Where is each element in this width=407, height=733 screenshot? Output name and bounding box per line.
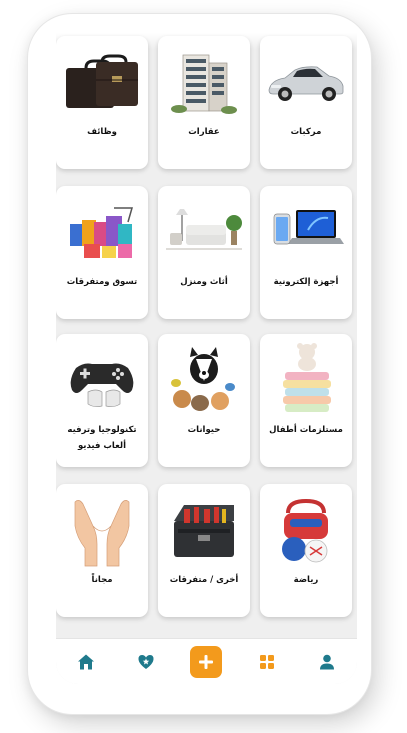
categories-nav-button[interactable] [252,647,282,677]
category-label: عقارات [188,127,220,137]
category-card-shopping[interactable]: تسوق ومتفرقات [56,186,148,319]
toolbox-image [161,492,247,568]
category-card-sports[interactable]: رياضة [260,484,352,617]
category-label: مستلزمات أطفال [269,425,343,435]
category-card-jobs[interactable]: وظائف [56,36,148,169]
category-card-vehicles[interactable]: مركبات [260,36,352,169]
shopping-bags-image [59,194,145,270]
category-card-kids[interactable]: مستلزمات أطفال [260,334,352,467]
category-label: أجهزة إلكترونية [273,277,339,287]
car-image [263,44,349,120]
home-icon [77,654,94,669]
category-card-animals[interactable]: حيوانات [158,334,250,467]
category-label: وظائف [87,127,117,137]
category-label: تسوق ومتفرقات [66,277,138,287]
category-label: رياضة [293,575,319,585]
laptop-phone-image [263,194,349,270]
profile-icon [320,654,335,669]
sports-gear-image [263,492,349,568]
app-screen: مركبات عقارات وظائف أجهزة إلكترونية أثاث… [56,33,357,684]
category-label: تكنولوجيا وترفيه [67,425,137,435]
bottom-navigation [56,638,357,684]
category-card-furniture[interactable]: أثاث ومنزل [158,186,250,319]
category-label-wrap: تكنولوجيا وترفيه ألعاب فيديو [63,422,140,454]
category-label: أخرى / متفرقات [169,575,239,585]
add-post-button[interactable] [190,645,223,678]
category-card-electronics[interactable]: أجهزة إلكترونية [260,186,352,319]
baby-items-image [263,342,349,418]
category-label: أثاث ومنزل [180,277,228,287]
category-card-tech[interactable]: تكنولوجيا وترفيه ألعاب فيديو [56,334,148,467]
category-label: مركبات [290,127,322,137]
category-card-real-estate[interactable]: عقارات [158,36,250,169]
category-label-line2: ألعاب فيديو [77,441,127,451]
add-icon [199,654,214,669]
category-card-other[interactable]: أخرى / متفرقات [158,484,250,617]
gamepad-image [59,342,145,418]
home-nav-button[interactable] [71,647,101,677]
favorites-nav-button[interactable] [131,647,161,677]
category-card-free[interactable]: مجاناً [56,484,148,617]
pets-image [161,342,247,418]
profile-nav-button[interactable] [312,647,342,677]
favorites-icon [138,654,154,669]
building-image [161,44,247,120]
living-room-image [161,194,247,270]
categories-icon [260,654,275,669]
briefcase-image [59,44,145,120]
category-label: مجاناً [91,575,113,585]
category-label: حيوانات [187,425,221,435]
open-hands-image [59,492,145,568]
